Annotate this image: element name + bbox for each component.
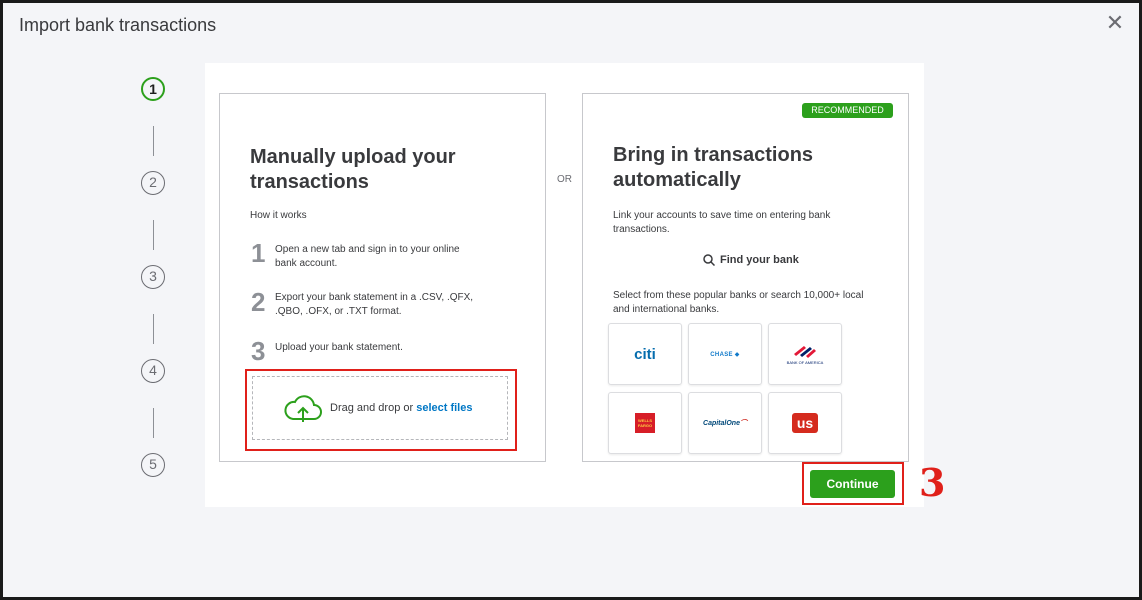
instruction-text: Upload your bank statement.: [275, 342, 403, 353]
dialog-title: Import bank transactions: [19, 15, 217, 35]
how-it-works-label: How it works: [250, 210, 307, 221]
step-1: 1: [141, 77, 165, 101]
bank-tile-capital-one[interactable]: CapitalOne⌒: [688, 392, 762, 454]
step-number: 2: [251, 287, 266, 317]
bofa-logo: BANK OF AMERICA: [787, 344, 823, 365]
instruction-text: Open a new tab and sign in to your onlin…: [275, 244, 460, 269]
bank-tile-wells-fargo[interactable]: WELLS FARGO: [608, 392, 682, 454]
manual-heading: Manually upload your transactions: [250, 146, 456, 193]
close-icon[interactable]: ✕: [1105, 12, 1125, 34]
step-connector: [153, 220, 154, 250]
bank-tile-citi[interactable]: citi: [608, 323, 682, 385]
cloud-upload-icon: [284, 395, 322, 422]
select-files-link[interactable]: select files: [416, 402, 472, 414]
auto-heading: Bring in transactions automatically: [613, 144, 814, 191]
wells-fargo-logo: WELLS FARGO: [635, 413, 655, 433]
find-bank-button[interactable]: Find your bank: [703, 254, 799, 266]
recommended-badge: RECOMMENDED: [802, 103, 893, 118]
bofa-flag-icon: [794, 345, 816, 358]
continue-button[interactable]: Continue: [810, 470, 895, 498]
find-bank-label: Find your bank: [720, 254, 799, 266]
bank-select-hint: Select from these popular banks or searc…: [613, 290, 864, 315]
bank-tile-bank-of-america[interactable]: BANK OF AMERICA: [768, 323, 842, 385]
step-4: 4: [141, 359, 165, 383]
step-5: 5: [141, 453, 165, 477]
auto-description: Link your accounts to save time on enter…: [613, 210, 831, 235]
dropzone-text: Drag and drop or select files: [330, 402, 473, 414]
chase-logo: CHASE ◆: [710, 351, 740, 358]
step-connector: [153, 126, 154, 156]
step-3: 3: [141, 265, 165, 289]
or-divider-label: OR: [557, 174, 572, 185]
citi-logo: citi: [634, 345, 656, 363]
instruction-text: Export your bank statement in a .CSV, .Q…: [275, 292, 474, 317]
capital-one-logo: CapitalOne⌒: [703, 420, 747, 427]
step-connector: [153, 408, 154, 438]
bank-tile-us-bank[interactable]: us: [768, 392, 842, 454]
step-2: 2: [141, 171, 165, 195]
step-number: 3: [251, 336, 266, 366]
step-connector: [153, 314, 154, 344]
search-icon: [703, 254, 715, 266]
step-annotation-number: 3: [919, 460, 946, 505]
dialog-titlebar: Import bank transactions ✕: [3, 3, 1139, 48]
bank-tile-chase[interactable]: CHASE ◆: [688, 323, 762, 385]
us-bank-logo: us: [792, 413, 818, 433]
step-number: 1: [251, 238, 266, 268]
